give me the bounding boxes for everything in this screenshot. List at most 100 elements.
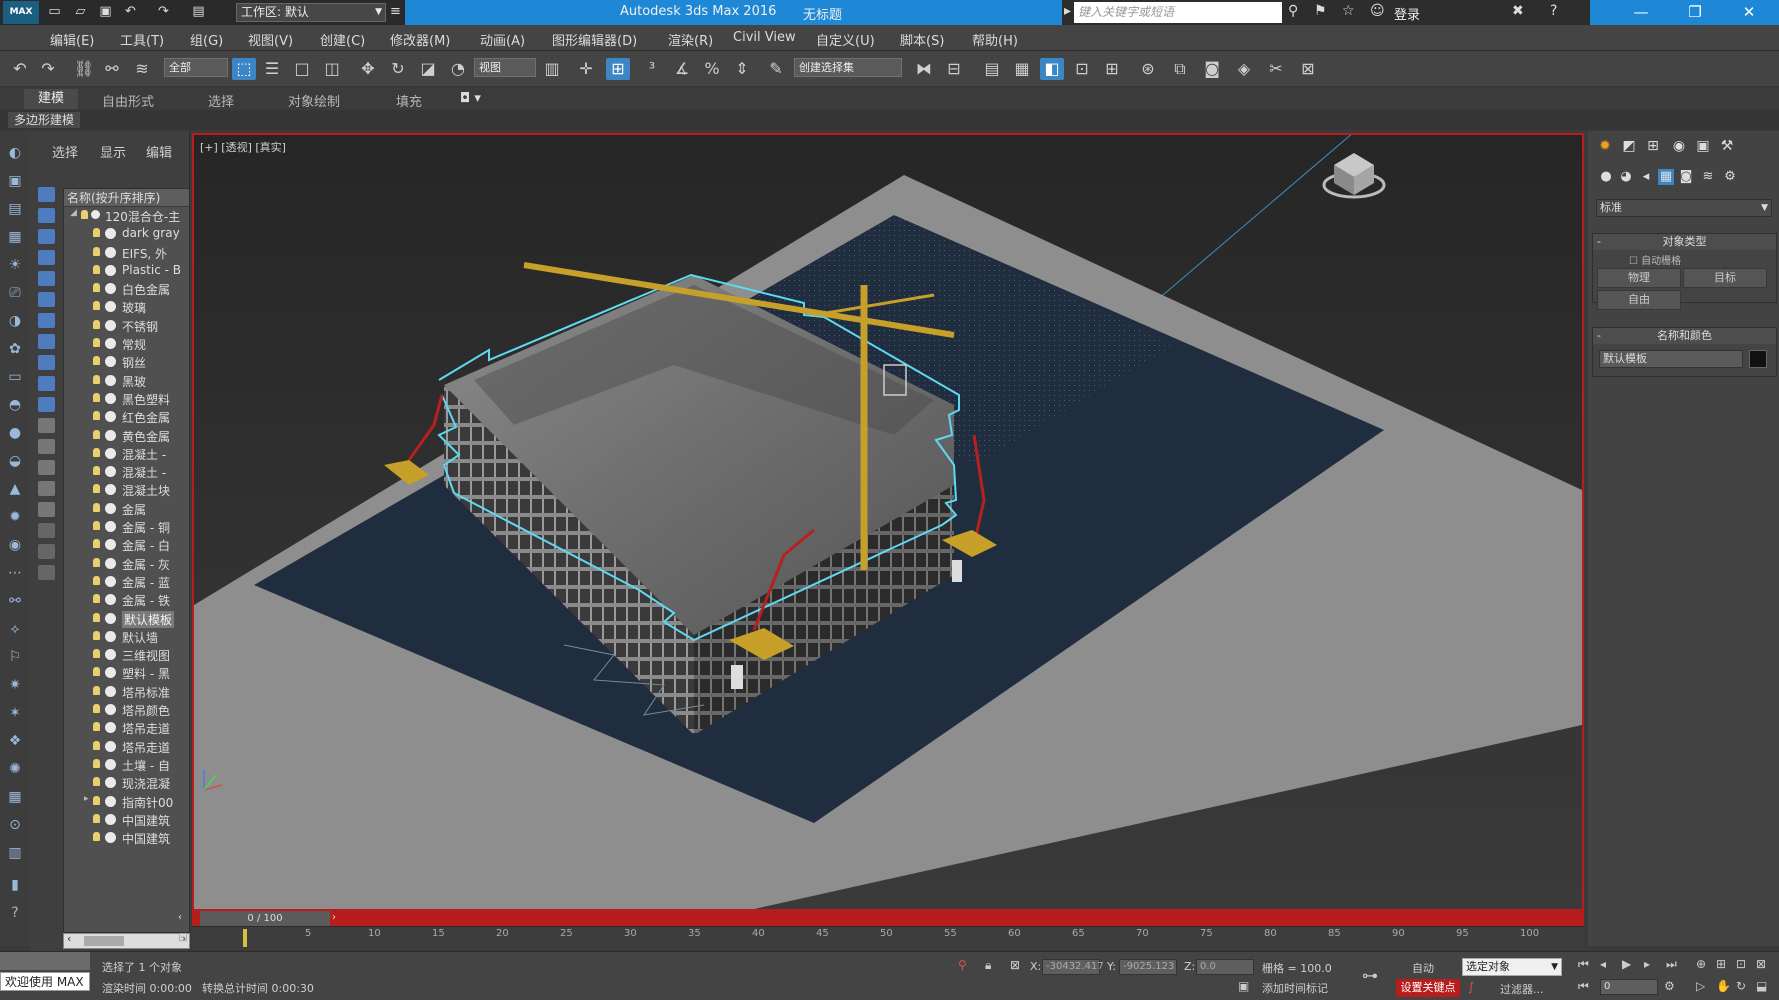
light-bulb-icon[interactable] — [93, 704, 100, 714]
go-to-end-icon[interactable]: ⏭ — [1666, 957, 1677, 972]
space-warps-icon[interactable]: ≋ — [1700, 169, 1716, 185]
toggle-ribbon-icon[interactable]: ▦ — [1010, 58, 1034, 80]
list-item[interactable]: 默认模板 — [64, 610, 189, 628]
list-item-root[interactable]: ◢ 120混合仓-主 — [64, 207, 189, 225]
list-item[interactable]: 金属 — [64, 500, 189, 518]
maxscript-mini-listener[interactable]: 欢迎使用 MAX — [0, 972, 90, 991]
display-modifiers-icon[interactable]: ⚐ — [5, 647, 25, 667]
display-all-icon[interactable]: ▣ — [5, 171, 25, 191]
filter-geometry-icon[interactable] — [38, 187, 55, 202]
light-bulb-icon[interactable] — [93, 813, 100, 823]
light-bulb-icon[interactable] — [93, 722, 100, 732]
curve-editor-icon[interactable]: ◧ — [1040, 58, 1064, 80]
display-controllers-icon[interactable]: ✶ — [5, 703, 25, 723]
display-tab-icon[interactable]: ▣ — [1694, 137, 1712, 155]
light-bulb-icon[interactable] — [93, 740, 100, 750]
filter-frozen-icon[interactable] — [38, 418, 55, 433]
light-bulb-icon[interactable] — [93, 521, 100, 531]
menu-graph-editors[interactable]: 图形编辑器(D) — [552, 30, 637, 49]
open-mini-curve-editor-icon[interactable]: ⊟ — [178, 930, 188, 944]
select-by-name-icon[interactable]: ☰ — [260, 58, 284, 80]
search-input[interactable]: 键入关键字或短语 — [1074, 2, 1282, 23]
render-a360-icon[interactable]: ⊠ — [1296, 58, 1320, 80]
time-slider-thumb[interactable]: 0 / 100 — [200, 911, 330, 926]
filter-funnel-icon[interactable] — [38, 523, 55, 538]
free-camera-button[interactable]: 自由 — [1597, 290, 1681, 310]
list-item[interactable]: 混凝土块 — [64, 481, 189, 499]
redo-icon[interactable]: ↷ — [155, 4, 172, 20]
time-slider[interactable]: ‹ 0 / 100 › — [178, 911, 1584, 926]
create-tab-icon[interactable]: ✹ — [1596, 137, 1614, 155]
menu-tools[interactable]: 工具(T) — [120, 30, 164, 49]
zoom-extents-all-icon[interactable]: ⊠ — [1756, 957, 1766, 971]
shapes-icon[interactable]: ◕ — [1618, 169, 1634, 185]
key-mode-icon[interactable]: ∫ — [1468, 980, 1474, 994]
select-object-icon[interactable]: ⬚ — [232, 58, 256, 80]
tab-select[interactable]: 选择 — [52, 142, 78, 161]
zoom-all-icon[interactable]: ⊞ — [1716, 957, 1726, 971]
tab-selection[interactable]: 选择 — [208, 91, 234, 110]
light-bulb-icon[interactable] — [93, 356, 100, 366]
light-bulb-icon[interactable] — [93, 246, 100, 256]
tab-object-paint[interactable]: 对象绘制 — [288, 91, 340, 110]
material-editor-icon[interactable]: ⊞ — [1100, 58, 1124, 80]
redo-icon[interactable]: ↷ — [36, 58, 60, 80]
display-shapes-icon[interactable]: ▦ — [5, 227, 25, 247]
orbit-icon[interactable]: ↻ — [1736, 979, 1746, 993]
new-file-icon[interactable]: ▭ — [46, 4, 63, 20]
display-cameras-icon[interactable]: ⎚ — [5, 283, 25, 303]
list-item[interactable]: 玻璃 — [64, 298, 189, 316]
filter-particles-icon[interactable] — [38, 397, 55, 412]
display-xrefs-icon[interactable]: ◓ — [5, 395, 25, 415]
current-frame-field[interactable]: 0 — [1600, 979, 1658, 995]
tab-display[interactable]: 显示 — [100, 142, 126, 161]
list-item[interactable]: 黑色塑料 — [64, 390, 189, 408]
object-name-input[interactable]: 默认模板 — [1599, 350, 1743, 368]
list-item[interactable]: 金属 - 铜 — [64, 518, 189, 536]
rendered-frame-window-icon[interactable]: ⧉ — [1168, 58, 1192, 80]
modify-tab-icon[interactable]: ◩ — [1620, 137, 1638, 155]
go-to-start-icon[interactable]: ⏮ — [1578, 957, 1589, 972]
unlink-icon[interactable]: ⚯ — [100, 58, 124, 80]
time-config-icon[interactable]: ⚙ — [1664, 979, 1675, 993]
keyboard-shortcut-override-icon[interactable]: ⊞ — [606, 58, 630, 80]
light-bulb-icon[interactable] — [93, 484, 100, 494]
list-item[interactable]: 塔吊颜色 — [64, 701, 189, 719]
rollout-header[interactable]: - 名称和颜色 — [1593, 328, 1776, 344]
percent-snap-icon[interactable]: % — [700, 58, 724, 80]
list-item[interactable]: 塔吊标准 — [64, 683, 189, 701]
project-folder-icon[interactable]: ▤ — [190, 4, 207, 20]
filter-invert-icon[interactable] — [38, 502, 55, 517]
list-item[interactable]: 金属 - 白 — [64, 536, 189, 554]
list-item[interactable]: 混凝土 - — [64, 463, 189, 481]
selection-filter-select[interactable]: 全部 — [164, 58, 228, 77]
list-item[interactable]: 黄色金属 — [64, 427, 189, 445]
light-bulb-icon[interactable] — [93, 338, 100, 348]
list-item[interactable]: 指南针00 ▸ — [64, 793, 189, 811]
motion-tab-icon[interactable]: ◉ — [1670, 137, 1688, 155]
next-frame-icon[interactable]: ▸ — [1644, 957, 1650, 971]
explorer-options-icon[interactable]: ▮ — [5, 875, 25, 895]
key-icon[interactable]: ⊶ — [1362, 966, 1378, 985]
filter-spacewarps-icon[interactable] — [38, 292, 55, 307]
communication-center-icon[interactable]: ⚑ — [1314, 3, 1327, 19]
object-color-swatch[interactable] — [1749, 350, 1767, 368]
close-button[interactable]: ✕ — [1719, 0, 1779, 25]
favorites-star-icon[interactable]: ☆ — [1342, 3, 1355, 19]
z-coordinate-field[interactable]: 0.0 — [1196, 959, 1254, 975]
tab-modeling[interactable]: 建模 — [24, 89, 79, 109]
absolute-mode-icon[interactable]: ⊠ — [1010, 958, 1020, 972]
tab-freeform[interactable]: 自由形式 — [102, 91, 154, 110]
maximize-viewport-icon[interactable]: ⬓ — [1756, 979, 1767, 993]
edit-named-selection-icon[interactable]: ✎ — [764, 58, 788, 80]
list-item[interactable]: 塔吊走道 — [64, 719, 189, 737]
physical-camera-button[interactable]: 物理 — [1597, 268, 1681, 288]
list-item[interactable]: 金属 - 灰 — [64, 555, 189, 573]
binoculars-icon[interactable]: ⚲ — [1288, 3, 1298, 19]
light-bulb-icon[interactable] — [93, 283, 100, 293]
selection-lock-icon[interactable]: 🔒︎ — [985, 958, 991, 973]
window-crossing-icon[interactable]: ◫ — [320, 58, 344, 80]
pivot-center-icon[interactable]: ▥ — [540, 58, 564, 80]
menu-edit[interactable]: 编辑(E) — [50, 30, 94, 49]
autogrid-checkbox[interactable]: ☐ 自动栅格 — [1629, 252, 1681, 267]
